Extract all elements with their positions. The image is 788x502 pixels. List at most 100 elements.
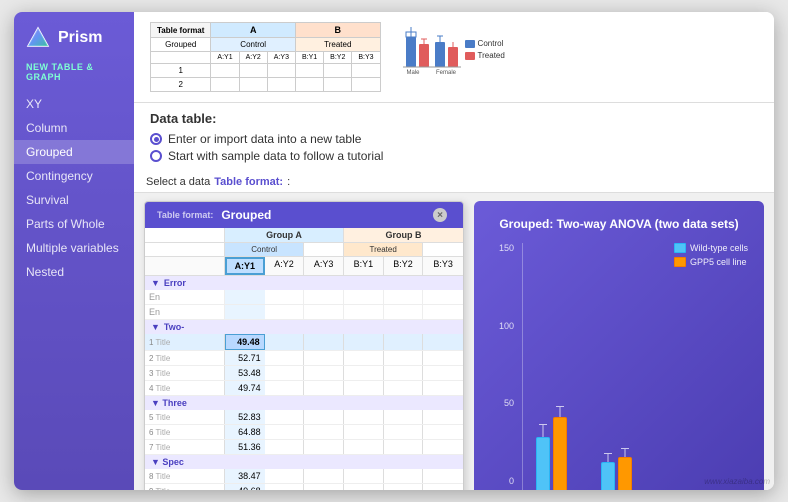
expand-icon: ▼ Three: [151, 398, 187, 408]
r2c6: [352, 78, 380, 92]
row4-val[interactable]: 49.74: [225, 381, 265, 395]
r4c3: [304, 381, 344, 395]
error-row-1: En: [145, 290, 463, 305]
treated-label-cell: Treated: [295, 38, 380, 52]
row3-title: Title: [155, 369, 170, 378]
error-r1-title: En: [145, 290, 225, 304]
table-row-4[interactable]: 4 Title 49.74: [145, 381, 463, 396]
sidebar: Prism NEW TABLE & GRAPH XY Column Groupe…: [14, 12, 134, 490]
empty-sub: [304, 243, 344, 256]
lower-area: Table format: Grouped × Group A Group B …: [134, 193, 774, 490]
col-by2-header[interactable]: B:Y2: [384, 257, 424, 275]
table-row-6[interactable]: 6 Title 64.88: [145, 425, 463, 440]
treated-sub-label: Treated: [344, 243, 423, 256]
table-format-colon: :: [287, 176, 290, 188]
error-cap-blue-2: [604, 453, 612, 454]
bar-group-1: [536, 417, 567, 490]
error-bar-blue-2: [608, 454, 609, 462]
legend-gpp5: GPP5 cell line: [674, 257, 748, 267]
row2-val[interactable]: 52.71: [225, 351, 265, 365]
sidebar-item-nested[interactable]: Nested: [14, 260, 134, 284]
r7c4: [344, 440, 384, 454]
error-r1-val[interactable]: [225, 290, 265, 304]
table-row-9[interactable]: 9 Title 49.68: [145, 484, 463, 490]
preview-table: Table format A B Grouped Control Treated…: [150, 22, 381, 92]
sidebar-item-grouped[interactable]: Grouped: [14, 140, 134, 164]
sidebar-item-multiple-variables[interactable]: Multiple variables: [14, 236, 134, 260]
row3-val[interactable]: 53.48: [225, 366, 265, 380]
row8-title: Title: [155, 472, 170, 481]
row6-val[interactable]: 64.88: [225, 425, 265, 439]
table-row-2[interactable]: 2 Title 52.71: [145, 351, 463, 366]
app-title: Prism: [58, 29, 102, 47]
col-ay3-header[interactable]: A:Y3: [304, 257, 344, 275]
r5c4: [344, 410, 384, 424]
r1c3: [304, 334, 344, 350]
section-spec: ▼ Spec: [145, 455, 463, 469]
row6-left: 6 Title: [145, 425, 225, 439]
row9-num: 9: [149, 487, 153, 491]
bar-blue-1: [536, 437, 550, 490]
sidebar-item-parts-of-whole[interactable]: Parts of Whole: [14, 212, 134, 236]
col-ay1-header[interactable]: A:Y1: [225, 257, 265, 275]
format-label-cell: Table format: [151, 23, 211, 38]
error-r2-val[interactable]: [225, 305, 265, 319]
r6c6: [423, 425, 463, 439]
col-ay2: A:Y2: [239, 52, 267, 64]
r2c2: [239, 78, 267, 92]
col-by1-header[interactable]: B:Y1: [344, 257, 384, 275]
radio-option-1[interactable]: Enter or import data into a new table: [150, 132, 758, 146]
legend-wild-type-box: [674, 243, 686, 253]
row9-val[interactable]: 49.68: [225, 484, 265, 490]
top-preview: Table format A B Grouped Control Treated…: [134, 12, 774, 103]
r9c4: [344, 484, 384, 490]
column-headers-row: A:Y1 A:Y2 A:Y3 B:Y1 B:Y2 B:Y3: [145, 257, 463, 276]
close-panel-button[interactable]: ×: [433, 208, 447, 222]
row8-val[interactable]: 38.47: [225, 469, 265, 483]
radio-option-2-label: Start with sample data to follow a tutor…: [168, 149, 383, 163]
sidebar-item-xy[interactable]: XY: [14, 92, 134, 116]
empty-corner: [151, 52, 211, 64]
control-sub-label: Control: [225, 243, 304, 256]
table-format-label: Table format:: [214, 176, 283, 188]
row4-num: 4: [149, 384, 153, 393]
orange-bar-1-container: [553, 417, 567, 490]
row9-title: Title: [155, 487, 170, 491]
r2c3: [304, 351, 344, 365]
svg-text:Male: Male: [406, 70, 420, 76]
e1c6: [423, 290, 463, 304]
bar-orange-2: [618, 457, 632, 490]
sidebar-item-survival[interactable]: Survival: [14, 188, 134, 212]
row5-val[interactable]: 52.83: [225, 410, 265, 424]
row7-title: Title: [155, 443, 170, 452]
col-ay2-header[interactable]: A:Y2: [265, 257, 305, 275]
row7-val[interactable]: 51.36: [225, 440, 265, 454]
r7c2: [265, 440, 305, 454]
empty-subheader: [145, 243, 225, 256]
sidebar-item-contingency[interactable]: Contingency: [14, 164, 134, 188]
group-a-label: Group A: [225, 228, 344, 242]
table-row-7[interactable]: 7 Title 51.36: [145, 440, 463, 455]
section-two-label: Two-: [164, 322, 184, 332]
table-row-3[interactable]: 3 Title 53.48: [145, 366, 463, 381]
main-content: Table format A B Grouped Control Treated…: [134, 12, 774, 490]
radio-option-2[interactable]: Start with sample data to follow a tutor…: [150, 149, 758, 163]
table-row-5[interactable]: 5 Title 52.83: [145, 410, 463, 425]
preview-bar-chart: Male Female: [401, 22, 461, 77]
group-a-header: A: [211, 23, 296, 38]
r5c2: [265, 410, 305, 424]
group-header-row: Group A Group B: [145, 228, 463, 243]
r1c2: [239, 64, 267, 78]
table-row-8[interactable]: 8 Title 38.47: [145, 469, 463, 484]
table-format-panel: Table format: Grouped × Group A Group B …: [144, 201, 464, 490]
e2c5: [384, 305, 424, 319]
preview-chart-area: Male Female Control Treated: [401, 22, 505, 77]
col-by3-header[interactable]: B:Y3: [423, 257, 463, 275]
row1-val[interactable]: 49.48: [225, 334, 265, 350]
table-row-1[interactable]: 1 Title 49.48: [145, 334, 463, 351]
col-ay3: A:Y3: [267, 52, 295, 64]
row4-title: Title: [155, 384, 170, 393]
sidebar-item-column[interactable]: Column: [14, 116, 134, 140]
legend-gpp5-label: GPP5 cell line: [690, 257, 747, 267]
row2-label: 2: [151, 78, 211, 92]
